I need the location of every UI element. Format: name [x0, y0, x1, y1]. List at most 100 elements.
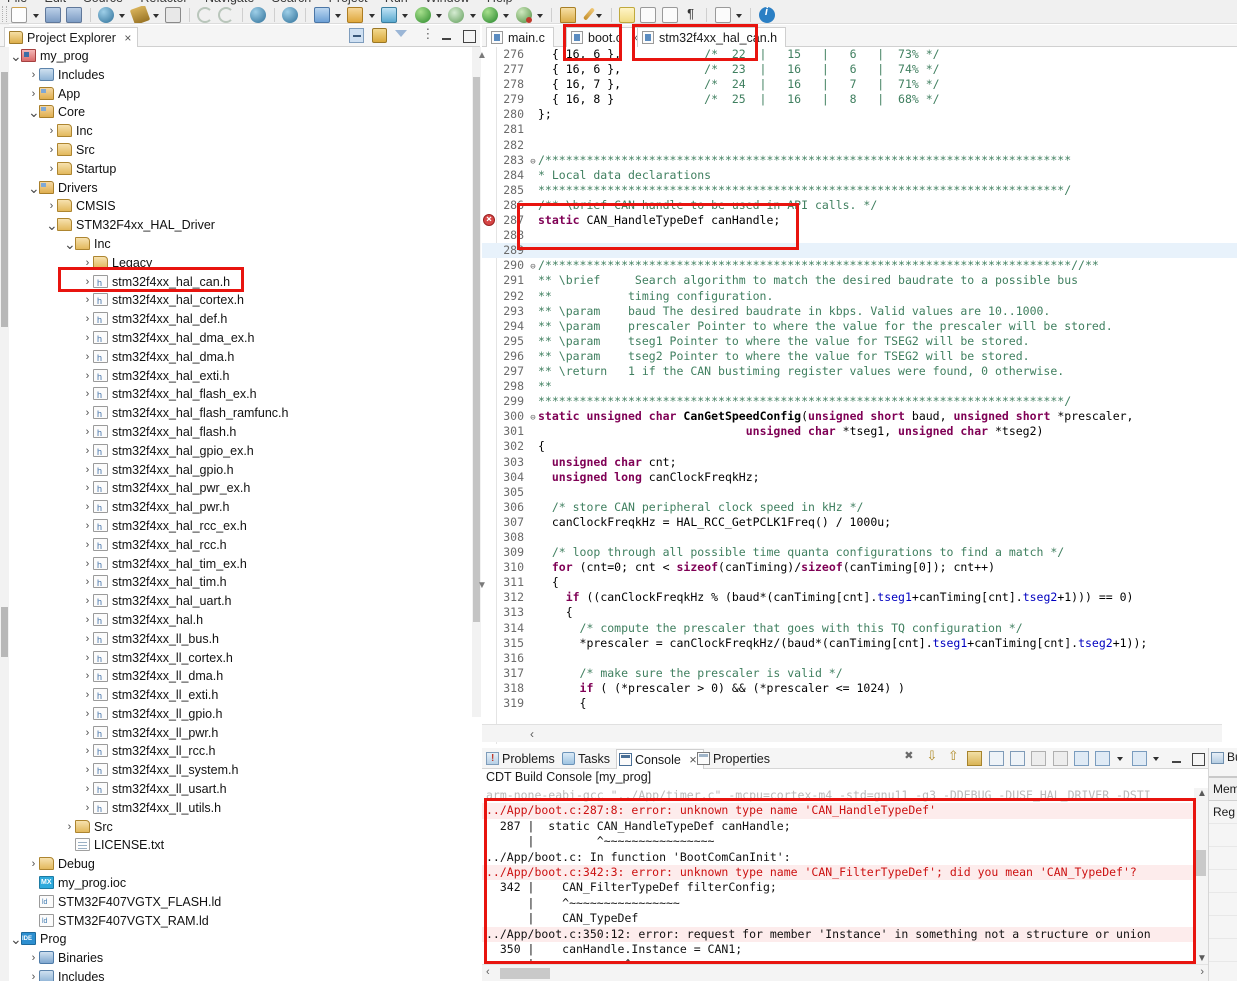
pin-console-icon[interactable]	[1009, 751, 1025, 766]
chevron-right-icon[interactable]: ›	[82, 367, 93, 386]
code-line-319[interactable]: 319 {	[482, 696, 1237, 711]
new-console-view-icon[interactable]	[1131, 751, 1147, 766]
chevron-right-icon[interactable]: ›	[28, 949, 39, 968]
chevron-right-icon[interactable]: ›	[82, 479, 93, 498]
console-line-5[interactable]: ../App/boot.c:342:3: error: unknown type…	[482, 864, 1194, 881]
chevron-right-icon[interactable]: ›	[82, 536, 93, 555]
tree-item-drivers[interactable]: ⌄ Drivers	[0, 179, 480, 198]
chevron-right-icon[interactable]: ›	[82, 310, 93, 329]
chevron-right-icon[interactable]: ›	[28, 66, 39, 85]
code-line-298[interactable]: 298 **	[482, 379, 1237, 394]
chevron-right-icon[interactable]: ›	[46, 141, 57, 160]
console-line-3[interactable]: | ^~~~~~~~~~~~~~~~~	[482, 834, 1194, 849]
tree-item-includes[interactable]: › Includes	[0, 66, 480, 85]
menu-item-project[interactable]: Project	[322, 0, 375, 5]
tree-item-cmsis[interactable]: › CMSIS	[0, 197, 480, 216]
save-all-icon[interactable]	[66, 7, 83, 23]
pen-icon[interactable]	[582, 7, 596, 21]
right-dock-panel[interactable]: Bu MemReg	[1208, 748, 1237, 981]
highlight-icon[interactable]	[619, 7, 636, 23]
chevron-right-icon[interactable]: ›	[82, 686, 93, 705]
chevron-down-icon[interactable]: ⌄	[28, 103, 40, 122]
right-dock-row-0[interactable]: Mem	[1209, 778, 1237, 801]
menu-item-source[interactable]: Source	[76, 0, 130, 5]
scroll-down-icon[interactable]: ▼	[477, 580, 487, 591]
chevron-right-icon[interactable]: ›	[46, 122, 57, 141]
chevron-right-icon[interactable]: ›	[82, 611, 93, 630]
chevron-right-icon[interactable]: ›	[82, 404, 93, 423]
chevron-right-icon[interactable]: ›	[82, 329, 93, 348]
tree-item-stm32f4xx-hal-uart-h[interactable]: › stm32f4xx_hal_uart.h	[0, 592, 480, 612]
maximize-icon[interactable]	[461, 28, 476, 43]
tree-item-stm32f4xx-hal-driver[interactable]: ⌄ STM32F4xx_HAL_Driver	[0, 216, 480, 235]
anchor-icon[interactable]	[714, 7, 731, 23]
chevron-down-icon[interactable]: ⌄	[28, 179, 40, 198]
tree-item-stm32f4xx-hal-pwr-ex-h[interactable]: › stm32f4xx_hal_pwr_ex.h	[0, 479, 480, 499]
tree-item-stm32f4xx-hal-def-h[interactable]: › stm32f4xx_hal_def.h	[0, 310, 480, 330]
new-folder-icon[interactable]	[347, 7, 364, 23]
tree-item-stm32f4xx-hal-pwr-h[interactable]: › stm32f4xx_hal_pwr.h	[0, 498, 480, 518]
code-line-285[interactable]: 285 *************************************…	[482, 183, 1237, 198]
code-line-286[interactable]: 286 /** \brief CAN handle to be used in A…	[482, 198, 1237, 213]
menu-item-refactor[interactable]: Refactor	[133, 0, 194, 5]
tab-stm32f4xx-hal-can-h[interactable]: stm32f4xx_hal_can.h	[637, 27, 787, 47]
console-line-11[interactable]: | ^	[482, 957, 1194, 964]
chevron-right-icon[interactable]: ›	[82, 517, 93, 536]
scroll-up-icon[interactable]: ▲	[477, 50, 487, 61]
chevron-right-icon[interactable]: ›	[82, 291, 93, 310]
code-line-302[interactable]: 302 {	[482, 439, 1237, 454]
debug-config-icon[interactable]	[448, 7, 465, 23]
build-configurations-icon[interactable]	[165, 7, 182, 23]
menu-item-help[interactable]: Help	[480, 0, 520, 5]
chevron-right-icon[interactable]: ›	[82, 761, 93, 780]
code-line-306[interactable]: 306 /* store CAN peripheral clock speed …	[482, 500, 1237, 515]
chevron-right-icon[interactable]: ›	[82, 573, 93, 592]
console-horizontal-scrollbar[interactable]: ‹ ›	[482, 964, 1208, 981]
pen-dropdown-arrow-icon[interactable]	[595, 7, 604, 23]
tree-item-stm32f4xx-ll-exti-h[interactable]: › stm32f4xx_ll_exti.h	[0, 686, 480, 706]
redo-icon[interactable]	[218, 7, 235, 23]
tree-item-stm32f4xx-hal-rcc-h[interactable]: › stm32f4xx_hal_rcc.h	[0, 536, 480, 556]
view-menu-icon[interactable]	[416, 26, 434, 43]
chevron-right-icon[interactable]: ›	[82, 799, 93, 818]
tree-item-includes[interactable]: › Includes	[0, 968, 480, 981]
tree-item-stm32f4xx-ll-bus-h[interactable]: › stm32f4xx_ll_bus.h	[0, 630, 480, 650]
tree-item-core[interactable]: ⌄ Core	[0, 103, 480, 122]
code-line-308[interactable]: 308	[482, 530, 1237, 545]
scrollbar-thumb[interactable]	[1196, 850, 1206, 876]
chevron-right-icon[interactable]: ›	[82, 592, 93, 611]
code-line-315[interactable]: 315 *prescaler = canClockFreqkHz/(baud*(…	[482, 636, 1237, 651]
debug-last-icon[interactable]	[515, 7, 532, 23]
console-toolbar[interactable]	[900, 748, 1205, 766]
chevron-right-icon[interactable]: ›	[28, 968, 39, 981]
code-line-278[interactable]: 278 { 16, 7 }, /* 24 | 16 | 7 | 71% */	[482, 77, 1237, 92]
menu-item-search[interactable]: Search	[265, 0, 319, 5]
code-line-307[interactable]: 307 canClockFreqkHz = HAL_RCC_GetPCLK1Fr…	[482, 515, 1237, 530]
code-line-295[interactable]: 295 ** \param tseg1 Pointer to where the …	[482, 334, 1237, 349]
code-line-309[interactable]: 309 /* loop through all possible time qu…	[482, 545, 1237, 560]
note-icon[interactable]	[661, 7, 678, 23]
code-line-282[interactable]: 282	[482, 138, 1237, 153]
scroll-left-icon[interactable]: ‹	[530, 727, 534, 741]
tree-item-license-txt[interactable]: LICENSE.txt	[0, 836, 480, 855]
new-c-project-icon[interactable]	[313, 7, 330, 23]
console-line-6[interactable]: 342 | CAN_FilterTypeDef filterConfig;	[482, 880, 1194, 895]
code-line-281[interactable]: 281	[482, 122, 1237, 137]
chevron-right-icon[interactable]: ›	[82, 742, 93, 761]
tree-item-my-prog[interactable]: ⌄ my_prog	[0, 47, 480, 66]
toolbar-grip[interactable]	[2, 6, 7, 22]
tree-item-stm32f4xx-ll-usart-h[interactable]: › stm32f4xx_ll_usart.h	[0, 780, 480, 800]
tree-item-stm32f4xx-hal-gpio-ex-h[interactable]: › stm32f4xx_hal_gpio_ex.h	[0, 442, 480, 462]
tree-item-stm32f4xx-hal-rcc-ex-h[interactable]: › stm32f4xx_hal_rcc_ex.h	[0, 517, 480, 537]
chevron-right-icon[interactable]: ›	[82, 423, 93, 442]
tree-item-startup[interactable]: › Startup	[0, 160, 480, 179]
tab-build-targets[interactable]: Bu	[1211, 750, 1237, 764]
code-line-317[interactable]: 317 /* make sure the prescaler is valid …	[482, 666, 1237, 681]
tree-item-stm32f4xx-hal-cortex-h[interactable]: › stm32f4xx_hal_cortex.h	[0, 291, 480, 311]
chevron-right-icon[interactable]: ›	[28, 855, 39, 874]
tree-item-stm32f4xx-hal-h[interactable]: › stm32f4xx_hal.h	[0, 611, 480, 631]
minimize-icon[interactable]	[439, 28, 454, 43]
run-last-icon[interactable]	[481, 7, 498, 23]
code-line-283[interactable]: 283 ⊖/***********************************…	[482, 153, 1237, 168]
code-line-289[interactable]: 289	[482, 243, 1237, 259]
